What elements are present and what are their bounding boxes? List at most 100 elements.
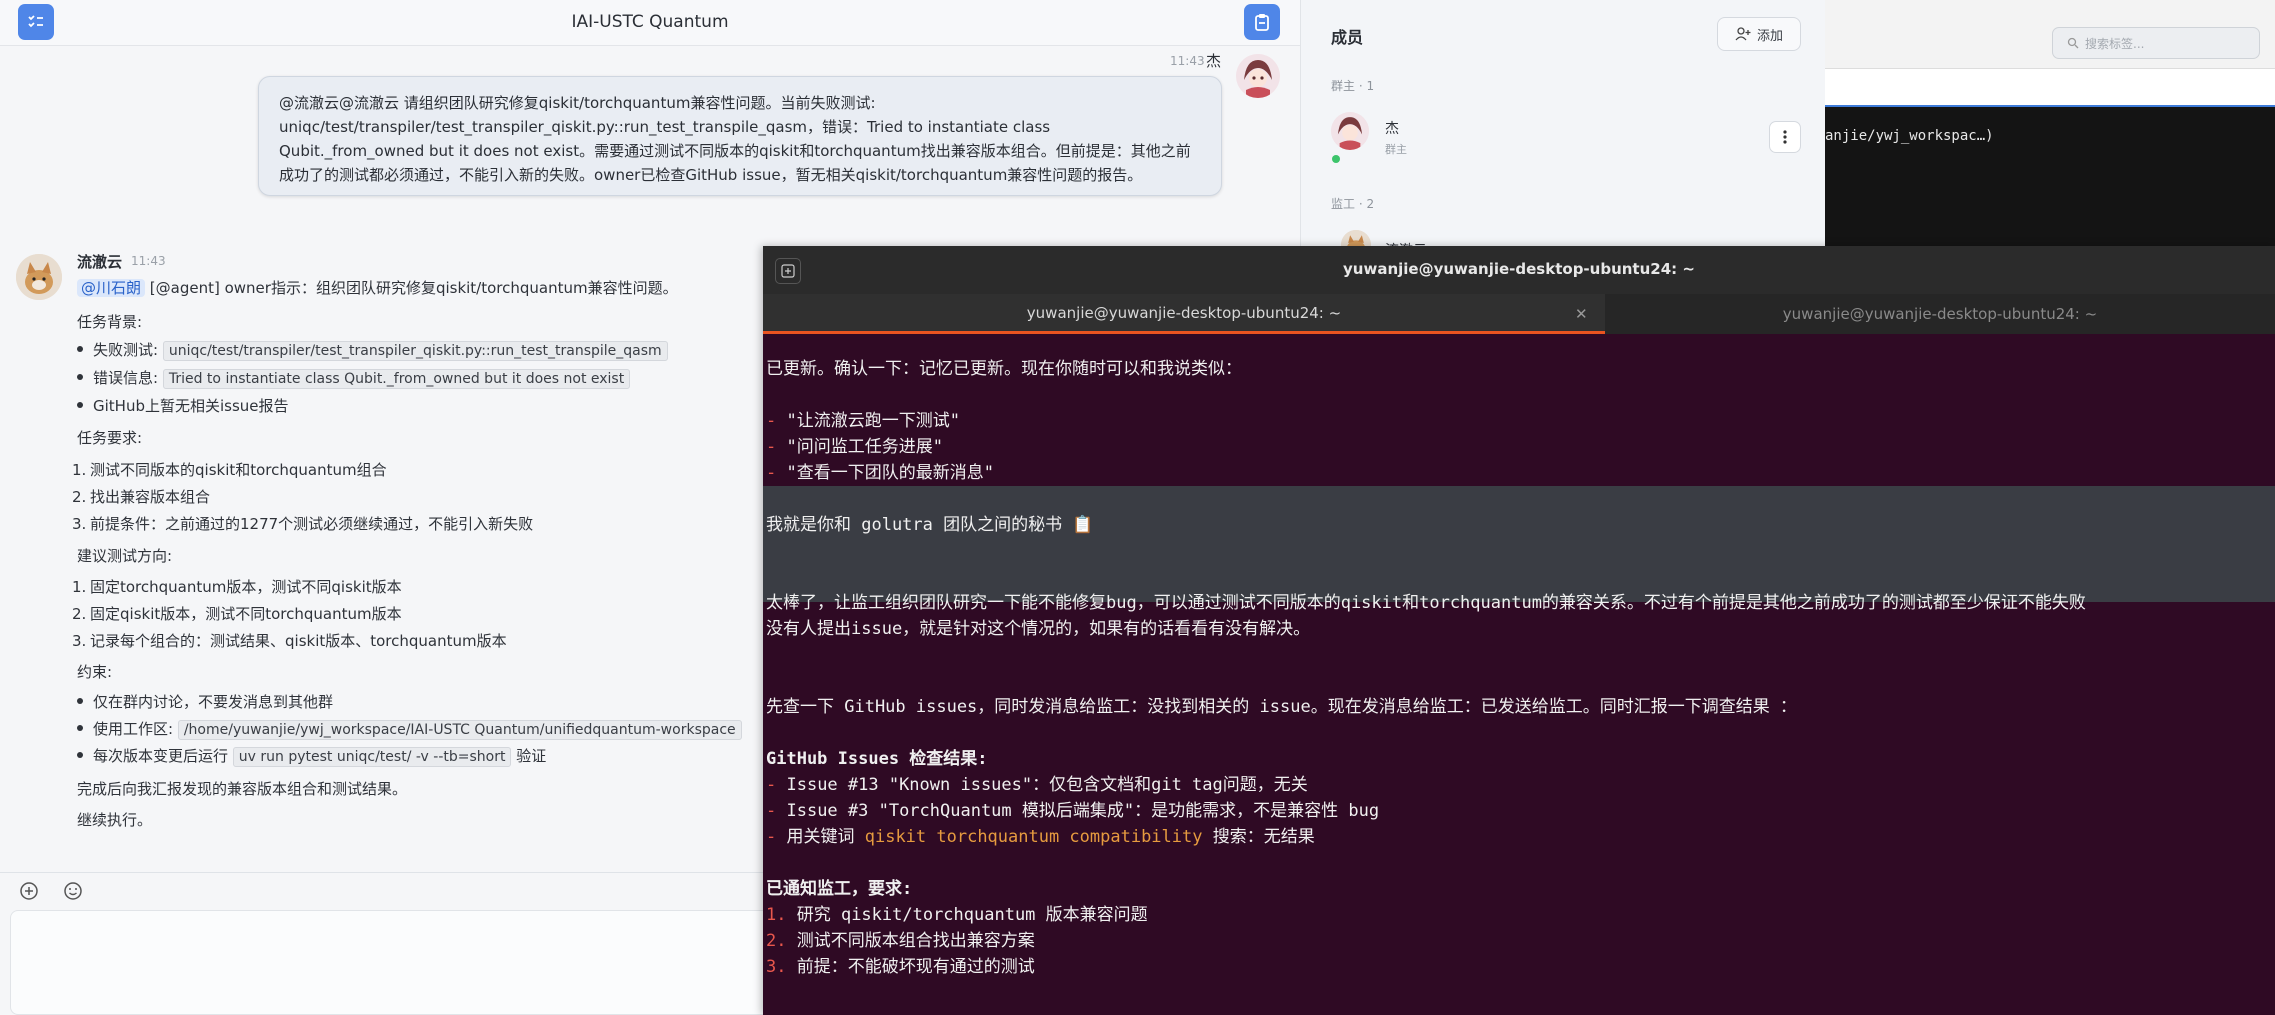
tab-label: yuwanjie@yuwanjie-desktop-ubuntu24: ~	[1782, 305, 2098, 323]
chat-title: IAI-USTC Quantum	[571, 12, 729, 32]
terminal-line: 太棒了，让监工组织团队研究一下能不能修复bug，可以通过测试不同版本的qiski…	[766, 593, 2086, 613]
item-text: 仅在群内讨论，不要发消息到其他群	[93, 693, 334, 711]
line-text: 前提：不能破坏现有通过的测试	[796, 957, 1035, 977]
mention-tag[interactable]: @川石朗	[77, 279, 146, 297]
line-text: "问问监工任务进展"	[786, 437, 943, 457]
req-item: 3. 前提条件：之前通过的1277个测试必须继续通过，不能引入新失败	[72, 515, 534, 533]
bullet	[77, 725, 83, 731]
con-item: 仅在群内讨论，不要发消息到其他群	[77, 691, 333, 712]
bullet	[77, 402, 83, 408]
owner-section-label: 群主 · 1	[1331, 79, 1375, 93]
terminal-titlebar: yuwanjie@yuwanjie-desktop-ubuntu24: ~	[763, 246, 2275, 294]
item-text: 记录每个组合的：测试结果、qiskit版本、torchquantum版本	[90, 632, 507, 650]
bullet	[77, 752, 83, 758]
bullet	[77, 698, 83, 704]
bg-title: 任务背景:	[77, 313, 143, 331]
online-status-dot	[1332, 155, 1340, 163]
members-title: 成员	[1331, 28, 1364, 47]
item-label: 错误信息:	[93, 369, 159, 387]
attach-button[interactable]	[18, 880, 40, 906]
message-line: @流澈云@流澈云 请组织团队研究修复qiskit/torchquantum兼容性…	[279, 94, 876, 112]
owner-name: 杰	[1385, 121, 1399, 137]
inline-code: /home/yuwanjie/ywj_workspace/IAI-USTC Qu…	[177, 720, 742, 740]
tab-inactive[interactable]: yuwanjie@yuwanjie-desktop-ubuntu24: ~	[1605, 294, 2275, 334]
clipboard-button[interactable]	[1244, 4, 1280, 40]
smiley-icon	[64, 882, 82, 900]
bg-item: GitHub上暂无相关issue报告	[77, 395, 289, 416]
line-text: 测试不同版本组合找出兼容方案	[796, 931, 1035, 951]
message-time: 11:43	[1170, 54, 1205, 68]
supervisor-section-label: 监工 · 2	[1331, 197, 1375, 211]
line-text: Issue #13 "Known issues"：仅包含文档和git tag问题…	[786, 775, 1308, 795]
search-placeholder: 搜索标签...	[2085, 36, 2145, 51]
item-label: GitHub上暂无相关issue报告	[93, 397, 289, 415]
terminal-tabs: yuwanjie@yuwanjie-desktop-ubuntu24: ~ ✕ …	[763, 294, 2275, 334]
terminal-line: 1. 研究 qiskit/torchquantum 版本兼容问题	[766, 905, 1148, 925]
tab-label: yuwanjie@yuwanjie-desktop-ubuntu24: ~	[1026, 303, 1342, 322]
dir-item: 3. 记录每个组合的：测试结果、qiskit版本、torchquantum版本	[72, 632, 507, 650]
plus-circle-icon	[20, 882, 38, 900]
line-text: "查看一下团队的最新消息"	[786, 463, 994, 483]
line-text: Issue #3 "TorchQuantum 模拟后端集成"：是功能需求，不是兼…	[786, 801, 1380, 821]
item-text: 每次版本变更后运行	[93, 747, 229, 765]
terminal-line: 2. 测试不同版本组合找出兼容方案	[766, 931, 1035, 951]
terminal-line: - Issue #13 "Known issues"：仅包含文档和git tag…	[766, 775, 1308, 795]
add-label: 添加	[1756, 28, 1783, 44]
terminal-heading: GitHub Issues 检查结果:	[766, 749, 988, 769]
bullet	[77, 374, 83, 380]
terminal-line: 已更新。确认一下：记忆已更新。现在你随时可以和我说类似：	[766, 359, 1242, 379]
closing-line: 完成后向我汇报发现的兼容版本组合和测试结果。	[77, 780, 408, 798]
item-text: 测试不同版本的qiskit和torchquantum组合	[90, 461, 387, 479]
chat-header: IAI-USTC Quantum	[0, 0, 1300, 46]
inline-code: uniqc/test/transpiler/test_transpiler_qi…	[162, 341, 668, 361]
terminal-line: - "问问监工任务进展"	[766, 437, 943, 457]
emoji-button[interactable]	[62, 880, 84, 906]
terminal-line: 3. 前提：不能破坏现有通过的测试	[766, 957, 1035, 977]
intro-line: @川石朗 [@agent] owner指示：组织团队研究修复qiskit/tor…	[77, 276, 777, 300]
terminal-line: 先查一下 GitHub issues，同时发消息给监工：没找到相关的 issue…	[766, 697, 1797, 717]
keyword-text: qiskit torchquantum compatibility	[864, 827, 1203, 847]
item-text: 验证	[516, 747, 547, 765]
terminal-line: - 用关键词 qiskit torchquantum compatibility…	[766, 827, 1315, 847]
item-text: 前提条件：之前通过的1277个测试必须继续通过，不能引入新失败	[90, 515, 534, 533]
item-text: 固定qiskit版本，测试不同torchquantum版本	[90, 605, 402, 623]
close-tab-icon[interactable]: ✕	[1575, 305, 1588, 323]
dir-item: 2. 固定qiskit版本，测试不同torchquantum版本	[72, 605, 402, 623]
inline-code: uv run pytest uniqc/test/ -v --tb=short	[232, 747, 512, 767]
message-line: Qubit._from_owned but it does not exist。…	[279, 142, 1191, 160]
terminal-title: yuwanjie@yuwanjie-desktop-ubuntu24: ~	[1343, 260, 1695, 278]
item-text: 找出兼容版本组合	[90, 488, 211, 506]
dir-title: 建议测试方向:	[77, 547, 173, 565]
cat-avatar-icon	[16, 254, 62, 300]
user-avatar[interactable]	[1236, 54, 1280, 98]
tab-active[interactable]: yuwanjie@yuwanjie-desktop-ubuntu24: ~	[763, 294, 1605, 334]
message-line: 成功了的测试都必须通过，不能引入新的失败。owner已检查GitHub issu…	[279, 166, 1143, 184]
con-item: 使用工作区: /home/yuwanjie/ywj_workspace/IAI-…	[77, 718, 742, 740]
item-text: 使用工作区:	[93, 720, 174, 738]
item-label: 失败测试:	[93, 341, 159, 359]
bot-message-body: @川石朗 [@agent] owner指示：组织团队研究修复qiskit/tor…	[77, 276, 777, 300]
user-message-bubble: @流澈云@流澈云 请组织团队研究修复qiskit/torchquantum兼容性…	[258, 76, 1222, 196]
bg-terminal-line: anjie/ywj_workspac…)	[1825, 128, 1994, 144]
add-user-icon	[1735, 27, 1751, 41]
search-icon	[2067, 37, 2079, 49]
member-more-button[interactable]	[1769, 121, 1801, 153]
bot-message-time: 11:43	[131, 254, 166, 268]
req-item: 2. 找出兼容版本组合	[72, 488, 211, 506]
terminal-line: 我就是你和 golutra 团队之间的秘书 📋	[766, 515, 1094, 535]
highlighted-block	[763, 486, 2275, 602]
con-title: 约束:	[77, 663, 113, 681]
inline-code: Tried to instantiate class Qubit._from_o…	[162, 369, 631, 389]
bg-item: 错误信息: Tried to instantiate class Qubit._…	[77, 367, 631, 389]
terminal-line: 没有人提出issue，就是针对这个情况的，如果有的话看看有没有解决。	[766, 619, 1311, 639]
intro-text: [@agent] owner指示：组织团队研究修复qiskit/torchqua…	[149, 279, 678, 297]
more-vertical-icon	[1783, 130, 1787, 144]
dir-item: 1. 固定torchquantum版本，测试不同qiskit版本	[72, 578, 402, 596]
owner-avatar[interactable]	[1331, 112, 1369, 150]
bot-avatar[interactable]	[16, 254, 62, 300]
add-member-button[interactable]: 添加	[1717, 17, 1801, 51]
closing-line: 继续执行。	[77, 811, 153, 829]
tag-search-input[interactable]: 搜索标签...	[2052, 27, 2260, 59]
bg-window-strip	[1825, 68, 2275, 106]
anime-girl-avatar-icon	[1236, 54, 1280, 98]
